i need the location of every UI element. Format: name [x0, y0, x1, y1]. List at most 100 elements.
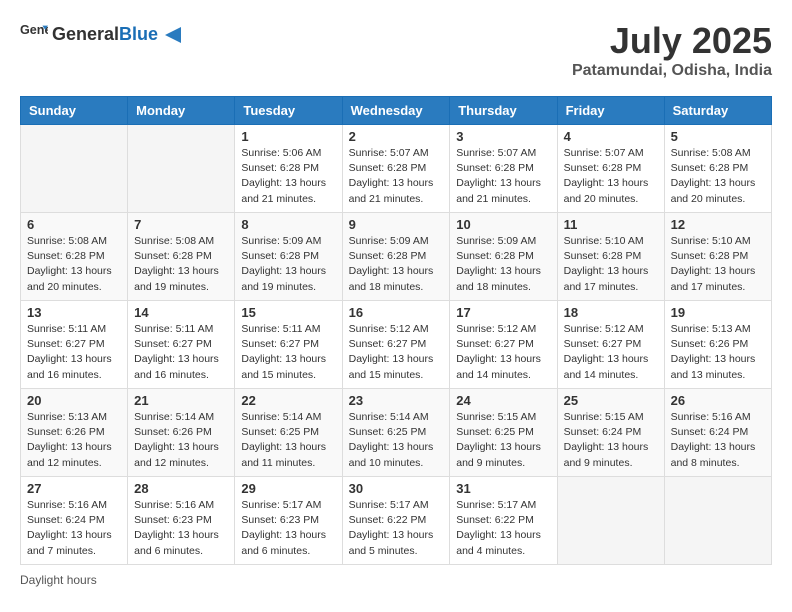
day-info: Sunrise: 5:17 AM Sunset: 6:22 PM Dayligh…	[349, 498, 444, 559]
calendar-body: 1 Sunrise: 5:06 AM Sunset: 6:28 PM Daylig…	[21, 125, 772, 565]
day-number: 20	[27, 393, 121, 408]
day-info: Sunrise: 5:14 AM Sunset: 6:26 PM Dayligh…	[134, 410, 228, 471]
day-info: Sunrise: 5:11 AM Sunset: 6:27 PM Dayligh…	[134, 322, 228, 383]
weekday-header: Friday	[557, 97, 664, 125]
calendar-week-row: 13 Sunrise: 5:11 AM Sunset: 6:27 PM Dayli…	[21, 301, 772, 389]
calendar-week-row: 27 Sunrise: 5:16 AM Sunset: 6:24 PM Dayli…	[21, 477, 772, 565]
day-info: Sunrise: 5:09 AM Sunset: 6:28 PM Dayligh…	[349, 234, 444, 295]
calendar-cell: 24Sunrise: 5:15 AM Sunset: 6:25 PM Dayli…	[450, 389, 557, 477]
day-number: 12	[671, 217, 765, 232]
day-number: 17	[456, 305, 550, 320]
day-info: Sunrise: 5:12 AM Sunset: 6:27 PM Dayligh…	[349, 322, 444, 383]
calendar-cell: 28Sunrise: 5:16 AM Sunset: 6:23 PM Dayli…	[128, 477, 235, 565]
calendar-cell: 11 Sunrise: 5:10 AM Sunset: 6:28 PM Dayli…	[557, 213, 664, 301]
day-number: 30	[349, 481, 444, 496]
day-info: Sunrise: 5:08 AM Sunset: 6:28 PM Dayligh…	[134, 234, 228, 295]
logo-icon: General	[20, 20, 48, 48]
day-info: Sunrise: 5:07 AM Sunset: 6:28 PM Dayligh…	[349, 146, 444, 207]
logo-text-blue: Blue	[119, 24, 158, 44]
calendar-cell: 23Sunrise: 5:14 AM Sunset: 6:25 PM Dayli…	[342, 389, 450, 477]
calendar-cell: 16Sunrise: 5:12 AM Sunset: 6:27 PM Dayli…	[342, 301, 450, 389]
calendar-cell: 10Sunrise: 5:09 AM Sunset: 6:28 PM Dayli…	[450, 213, 557, 301]
calendar-cell: 3 Sunrise: 5:07 AM Sunset: 6:28 PM Daylig…	[450, 125, 557, 213]
weekday-row: SundayMondayTuesdayWednesdayThursdayFrid…	[21, 97, 772, 125]
day-number: 31	[456, 481, 550, 496]
day-info: Sunrise: 5:14 AM Sunset: 6:25 PM Dayligh…	[241, 410, 335, 471]
day-number: 8	[241, 217, 335, 232]
day-info: Sunrise: 5:10 AM Sunset: 6:28 PM Dayligh…	[671, 234, 765, 295]
day-info: Sunrise: 5:12 AM Sunset: 6:27 PM Dayligh…	[456, 322, 550, 383]
calendar-cell: 22Sunrise: 5:14 AM Sunset: 6:25 PM Dayli…	[235, 389, 342, 477]
day-number: 21	[134, 393, 228, 408]
day-number: 27	[27, 481, 121, 496]
weekday-header: Tuesday	[235, 97, 342, 125]
calendar-cell	[664, 477, 771, 565]
day-number: 9	[349, 217, 444, 232]
day-number: 6	[27, 217, 121, 232]
calendar-cell: 14 Sunrise: 5:11 AM Sunset: 6:27 PM Dayli…	[128, 301, 235, 389]
logo-text-general: General	[52, 24, 119, 44]
weekday-header: Thursday	[450, 97, 557, 125]
weekday-header: Monday	[128, 97, 235, 125]
calendar-week-row: 20 Sunrise: 5:13 AM Sunset: 6:26 PM Dayli…	[21, 389, 772, 477]
calendar-cell: 8 Sunrise: 5:09 AM Sunset: 6:28 PM Daylig…	[235, 213, 342, 301]
day-info: Sunrise: 5:15 AM Sunset: 6:24 PM Dayligh…	[564, 410, 658, 471]
day-info: Sunrise: 5:08 AM Sunset: 6:28 PM Dayligh…	[671, 146, 765, 207]
day-info: Sunrise: 5:07 AM Sunset: 6:28 PM Dayligh…	[456, 146, 550, 207]
calendar-cell: 2Sunrise: 5:07 AM Sunset: 6:28 PM Daylig…	[342, 125, 450, 213]
calendar-table: SundayMondayTuesdayWednesdayThursdayFrid…	[20, 96, 772, 565]
day-info: Sunrise: 5:11 AM Sunset: 6:27 PM Dayligh…	[241, 322, 335, 383]
day-info: Sunrise: 5:11 AM Sunset: 6:27 PM Dayligh…	[27, 322, 121, 383]
day-info: Sunrise: 5:07 AM Sunset: 6:28 PM Dayligh…	[564, 146, 658, 207]
day-info: Sunrise: 5:16 AM Sunset: 6:24 PM Dayligh…	[27, 498, 121, 559]
calendar-cell: 1 Sunrise: 5:06 AM Sunset: 6:28 PM Daylig…	[235, 125, 342, 213]
day-number: 13	[27, 305, 121, 320]
subtitle: Patamundai, Odisha, India	[572, 62, 772, 80]
day-number: 18	[564, 305, 658, 320]
calendar-cell: 5 Sunrise: 5:08 AM Sunset: 6:28 PM Daylig…	[664, 125, 771, 213]
day-info: Sunrise: 5:16 AM Sunset: 6:24 PM Dayligh…	[671, 410, 765, 471]
calendar-week-row: 6 Sunrise: 5:08 AM Sunset: 6:28 PM Daylig…	[21, 213, 772, 301]
calendar-cell: 15Sunrise: 5:11 AM Sunset: 6:27 PM Dayli…	[235, 301, 342, 389]
day-info: Sunrise: 5:09 AM Sunset: 6:28 PM Dayligh…	[241, 234, 335, 295]
calendar-cell: 9 Sunrise: 5:09 AM Sunset: 6:28 PM Daylig…	[342, 213, 450, 301]
day-info: Sunrise: 5:13 AM Sunset: 6:26 PM Dayligh…	[27, 410, 121, 471]
calendar-cell: 4 Sunrise: 5:07 AM Sunset: 6:28 PM Daylig…	[557, 125, 664, 213]
day-info: Sunrise: 5:13 AM Sunset: 6:26 PM Dayligh…	[671, 322, 765, 383]
weekday-header: Wednesday	[342, 97, 450, 125]
day-number: 25	[564, 393, 658, 408]
day-number: 14	[134, 305, 228, 320]
day-number: 3	[456, 129, 550, 144]
footer: Daylight hours	[20, 573, 772, 587]
calendar-cell: 19 Sunrise: 5:13 AM Sunset: 6:26 PM Dayli…	[664, 301, 771, 389]
day-number: 23	[349, 393, 444, 408]
day-number: 29	[241, 481, 335, 496]
day-info: Sunrise: 5:10 AM Sunset: 6:28 PM Dayligh…	[564, 234, 658, 295]
logo: General GeneralBlue	[20, 20, 181, 48]
calendar-cell: 31Sunrise: 5:17 AM Sunset: 6:22 PM Dayli…	[450, 477, 557, 565]
page-header: General GeneralBlue July 2025 Patamundai…	[20, 20, 772, 80]
day-number: 5	[671, 129, 765, 144]
calendar-cell: 20 Sunrise: 5:13 AM Sunset: 6:26 PM Dayli…	[21, 389, 128, 477]
calendar-header: SundayMondayTuesdayWednesdayThursdayFrid…	[21, 97, 772, 125]
calendar-cell: 7Sunrise: 5:08 AM Sunset: 6:28 PM Daylig…	[128, 213, 235, 301]
day-number: 11	[564, 217, 658, 232]
day-number: 19	[671, 305, 765, 320]
day-info: Sunrise: 5:06 AM Sunset: 6:28 PM Dayligh…	[241, 146, 335, 207]
day-number: 26	[671, 393, 765, 408]
day-number: 10	[456, 217, 550, 232]
calendar-cell: 25 Sunrise: 5:15 AM Sunset: 6:24 PM Dayli…	[557, 389, 664, 477]
calendar-cell	[128, 125, 235, 213]
calendar-cell: 29Sunrise: 5:17 AM Sunset: 6:23 PM Dayli…	[235, 477, 342, 565]
day-number: 28	[134, 481, 228, 496]
day-number: 1	[241, 129, 335, 144]
calendar-week-row: 1 Sunrise: 5:06 AM Sunset: 6:28 PM Daylig…	[21, 125, 772, 213]
calendar-cell: 21 Sunrise: 5:14 AM Sunset: 6:26 PM Dayli…	[128, 389, 235, 477]
calendar-cell: 30 Sunrise: 5:17 AM Sunset: 6:22 PM Dayli…	[342, 477, 450, 565]
calendar-cell: 13 Sunrise: 5:11 AM Sunset: 6:27 PM Dayli…	[21, 301, 128, 389]
daylight-label: Daylight hours	[20, 573, 97, 587]
day-number: 4	[564, 129, 658, 144]
calendar-cell: 6Sunrise: 5:08 AM Sunset: 6:28 PM Daylig…	[21, 213, 128, 301]
day-number: 24	[456, 393, 550, 408]
calendar-cell: 17 Sunrise: 5:12 AM Sunset: 6:27 PM Dayli…	[450, 301, 557, 389]
